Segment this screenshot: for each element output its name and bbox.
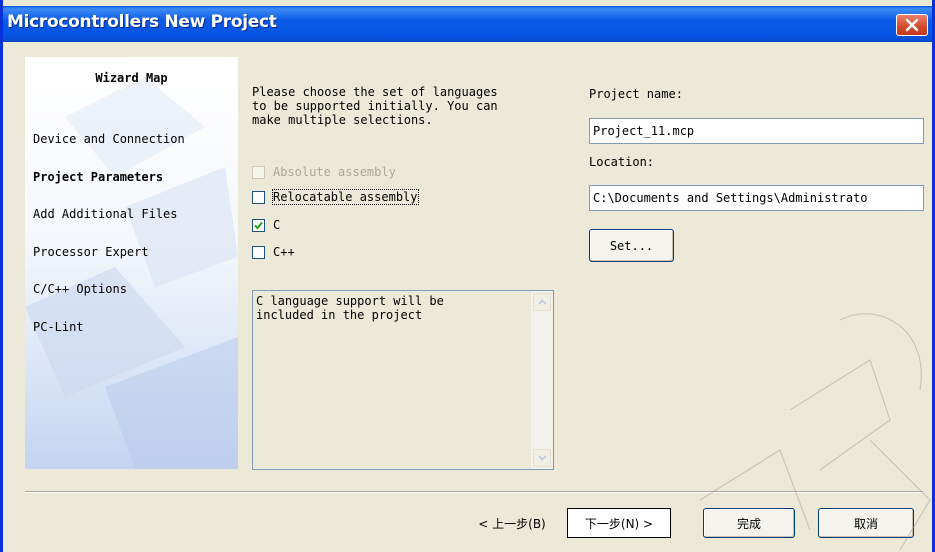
wizard-item-processor-expert[interactable]: Processor Expert [33,245,149,259]
language-prompt: Please choose the set of languages to be… [252,85,498,127]
checkmark-icon [254,221,263,229]
set-location-button[interactable]: Set... [589,229,674,262]
wizard-item-cpp-options[interactable]: C/C++ Options [33,282,127,296]
location-label: Location: [589,155,655,169]
language-description: C language support will be included in t… [256,294,444,322]
close-icon [905,18,919,32]
option-c[interactable]: C [252,216,280,234]
next-button[interactable]: 下一步(N) > [567,508,671,538]
back-button[interactable]: < 上一步(B) [460,508,564,538]
wizard-item-additional-files[interactable]: Add Additional Files [33,207,178,221]
wizard-item-device-connection[interactable]: Device and Connection [33,132,185,146]
absolute-assembly-label: Absolute assembly [273,165,396,179]
scroll-up-button[interactable] [533,293,551,311]
location-input[interactable]: C:\Documents and Settings\Administrato [589,185,924,211]
wizard-item-pc-lint[interactable]: PC-Lint [33,320,84,334]
option-absolute-assembly: Absolute assembly [252,163,396,181]
cancel-button[interactable]: 取消 [818,508,914,538]
cpp-label[interactable]: C++ [273,245,295,259]
wizard-map-decoration [25,77,238,469]
absolute-assembly-checkbox [252,165,265,179]
window-title: Microcontrollers New Project [7,12,277,32]
chevron-up-icon [537,299,547,305]
finish-button[interactable]: 完成 [703,508,795,538]
title-bar[interactable]: Microcontrollers New Project [3,6,932,42]
footer-separator [25,491,923,493]
project-name-input[interactable]: Project_11.mcp [589,118,924,144]
relocatable-assembly-checkbox[interactable] [252,190,265,204]
description-scrollbar[interactable] [531,291,553,469]
language-description-box[interactable]: C language support will be included in t… [252,290,554,470]
option-relocatable-assembly[interactable]: Relocatable assembly [252,188,419,206]
c-label[interactable]: C [273,218,280,232]
relocatable-assembly-label[interactable]: Relocatable assembly [272,189,419,205]
chevron-down-icon [537,455,547,461]
close-button[interactable] [896,14,928,36]
wizard-item-project-parameters[interactable]: Project Parameters [33,170,163,184]
cpp-checkbox[interactable] [252,245,265,259]
wizard-map-title: Wizard Map [95,71,168,85]
c-checkbox[interactable] [252,218,265,232]
option-cpp[interactable]: C++ [252,243,295,261]
scroll-down-button[interactable] [533,449,551,467]
project-name-label: Project name: [589,87,683,101]
wizard-map-panel: Wizard Map Device and Connection Project… [25,57,238,469]
